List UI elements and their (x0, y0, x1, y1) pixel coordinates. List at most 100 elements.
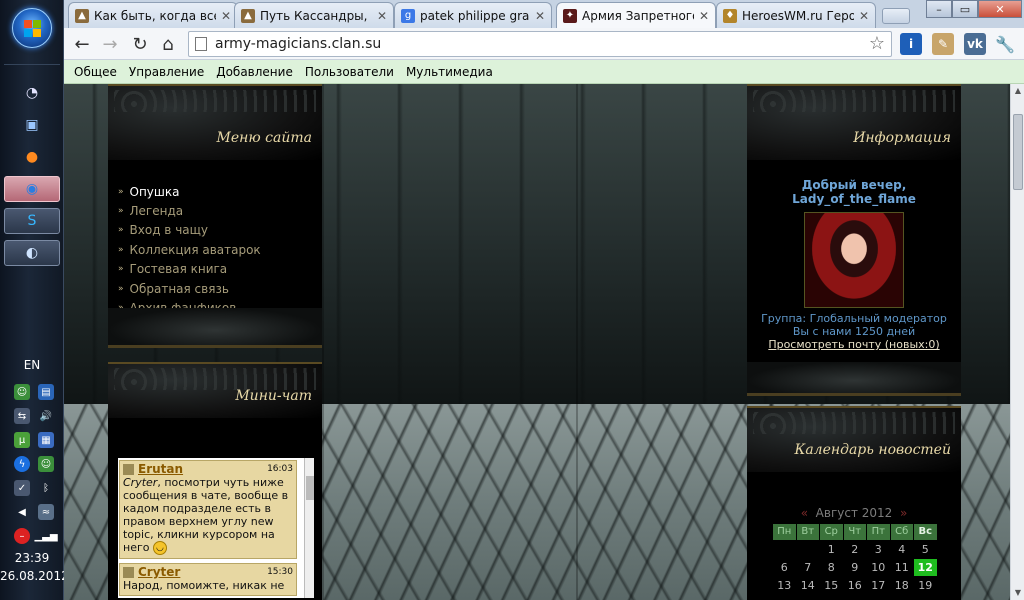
calendar-day[interactable]: 6 (773, 559, 796, 576)
tab-1[interactable]: ▲ Как быть, когда все ✕ (68, 2, 238, 28)
info-extension-icon[interactable]: i (900, 33, 922, 55)
scroll-up-icon[interactable]: ▲ (1012, 84, 1024, 98)
close-tab-icon[interactable]: ✕ (535, 9, 545, 23)
calendar-day[interactable]: 5 (914, 541, 937, 558)
calendar-day[interactable]: 13 (773, 577, 796, 594)
taskbar-chrome-icon[interactable]: ◉ (4, 176, 60, 202)
admin-menu-management[interactable]: Управление (129, 65, 204, 79)
reload-icon[interactable]: ↻ (128, 32, 152, 56)
calendar-day[interactable]: 18 (891, 577, 914, 594)
close-tab-icon[interactable]: ✕ (859, 9, 869, 23)
close-tab-icon[interactable]: ✕ (699, 9, 709, 23)
menu-item-feedback[interactable]: » Обратная связь (118, 279, 322, 298)
back-icon[interactable]: ← (70, 32, 94, 56)
calendar-title: Календарь новостей (794, 442, 951, 458)
tab-2[interactable]: ▲ Путь Кассандры, ил ✕ (234, 2, 394, 28)
close-tab-icon[interactable]: ✕ (221, 9, 231, 23)
username[interactable]: Lady_of_the_flame (755, 192, 953, 206)
page-scrollbar[interactable]: ▲ ▼ (1010, 84, 1024, 600)
taskbar-app-controller-icon[interactable]: ◐ (4, 240, 60, 266)
tray-usb-icon[interactable]: ⇆ (14, 408, 30, 424)
tray-safe-remove-icon[interactable]: ✓ (14, 480, 30, 496)
admin-menu-users[interactable]: Пользователи (305, 65, 394, 79)
tray-speaker-icon[interactable]: ◀ (14, 504, 30, 520)
avatar[interactable] (804, 212, 904, 308)
tray-wifi-icon[interactable]: ≈ (38, 504, 54, 520)
chat-scroll-thumb[interactable] (306, 476, 314, 500)
prev-month-link[interactable]: « (801, 506, 808, 520)
menu-item-opushka[interactable]: » Опушка (118, 182, 322, 201)
taskbar-app-disk-icon[interactable]: ▣ (4, 112, 60, 138)
calendar-day[interactable]: 4 (891, 541, 914, 558)
close-tab-icon[interactable]: ✕ (377, 9, 387, 23)
chat-username[interactable]: Erutan (123, 462, 183, 476)
chat-username[interactable]: Cryter (123, 565, 180, 579)
scroll-down-icon[interactable]: ▼ (1012, 586, 1024, 600)
bookmark-star-icon[interactable]: ☆ (869, 33, 885, 54)
calendar-day[interactable]: 17 (867, 577, 890, 594)
view-mail-link[interactable]: Просмотреть почту (новых:0) (755, 338, 953, 352)
menu-item-avatars[interactable]: » Коллекция аватарок (118, 240, 322, 259)
bluetooth-icon[interactable]: ᛒ (38, 480, 54, 496)
menu-item-guestbook[interactable]: » Гостевая книга (118, 260, 322, 279)
forward-icon[interactable]: → (98, 32, 122, 56)
menu-item-legend[interactable]: » Легенда (118, 201, 322, 220)
tray-app2-icon[interactable]: ☺ (38, 456, 54, 472)
days-with-us: Вы с нами 1250 дней (792, 325, 916, 338)
address-bar[interactable]: army-magicians.clan.su ☆ (188, 31, 892, 57)
calendar-day (773, 541, 796, 558)
admin-menu-general[interactable]: Общее (74, 65, 117, 79)
calendar-day[interactable]: 9 (844, 559, 867, 576)
calendar-day[interactable]: 19 (914, 577, 937, 594)
tray-power-icon[interactable]: ϟ (14, 456, 30, 472)
panel-footer-ornament (747, 362, 961, 396)
next-month-link[interactable]: » (900, 506, 907, 520)
admin-menu-add[interactable]: Добавление (216, 65, 293, 79)
minichat-box: Erutan 16:03 Cryter, посмотри чуть ниже … (118, 458, 314, 598)
calendar-day[interactable]: 7 (797, 559, 820, 576)
tray-utorrent-icon[interactable]: µ (14, 432, 30, 448)
tab-5[interactable]: ♦ HeroesWM.ru Герои ✕ (716, 2, 876, 28)
tray-signal-icon[interactable]: ▁▃▅ (34, 528, 57, 544)
calendar-day-today[interactable]: 12 (914, 559, 937, 576)
tab-3[interactable]: g patek philippe grand ✕ (394, 2, 552, 28)
tray-stop-icon[interactable]: – (14, 528, 30, 544)
menu-item-login[interactable]: » Вход в чащу (118, 221, 322, 240)
wrench-menu-icon[interactable]: 🔧 (994, 33, 1016, 55)
tray-network-icon[interactable]: ▤ (38, 384, 54, 400)
tray-monitor-icon[interactable]: ▦ (38, 432, 54, 448)
volume-icon[interactable]: 🔊 (38, 408, 54, 424)
calendar-day[interactable]: 10 (867, 559, 890, 576)
windows-logo-icon (24, 20, 42, 38)
taskbar-skype-icon[interactable]: S (4, 208, 60, 234)
minimize-button[interactable]: – (926, 0, 952, 18)
new-tab-button[interactable] (882, 8, 910, 24)
start-button[interactable] (12, 8, 52, 48)
chat-scrollbar[interactable] (304, 458, 314, 598)
clock-time[interactable]: 23:39 (0, 551, 64, 565)
calendar-day[interactable]: 14 (797, 577, 820, 594)
close-window-button[interactable]: ✕ (978, 0, 1022, 18)
taskbar-separator (4, 64, 60, 65)
scroll-thumb[interactable] (1013, 114, 1023, 190)
extension-icon[interactable]: ✎ (932, 33, 954, 55)
calendar-day[interactable]: 3 (867, 541, 890, 558)
chat-addressee[interactable]: Cryter (123, 476, 157, 489)
bullet-icon: » (118, 206, 124, 217)
language-indicator[interactable]: EN (0, 358, 64, 372)
admin-menu-multimedia[interactable]: Мультимедиа (406, 65, 493, 79)
home-icon[interactable]: ⌂ (156, 32, 180, 56)
calendar-day[interactable]: 1 (820, 541, 843, 558)
calendar-day[interactable]: 2 (844, 541, 867, 558)
calendar-day[interactable]: 8 (820, 559, 843, 576)
tray-app-icon[interactable]: ☺ (14, 384, 30, 400)
maximize-button[interactable]: ▭ (952, 0, 978, 18)
calendar-day[interactable]: 11 (891, 559, 914, 576)
calendar-day[interactable]: 16 (844, 577, 867, 594)
clock-date[interactable]: 26.08.2012 (0, 569, 69, 583)
vk-extension-icon[interactable]: vk (964, 33, 986, 55)
taskbar-firefox-icon[interactable]: ● (4, 144, 60, 170)
taskbar-app-pacman-icon[interactable]: ◔ (4, 80, 60, 106)
tab-4[interactable]: ✦ Армия Запретного Л ✕ (556, 2, 716, 28)
calendar-day[interactable]: 15 (820, 577, 843, 594)
